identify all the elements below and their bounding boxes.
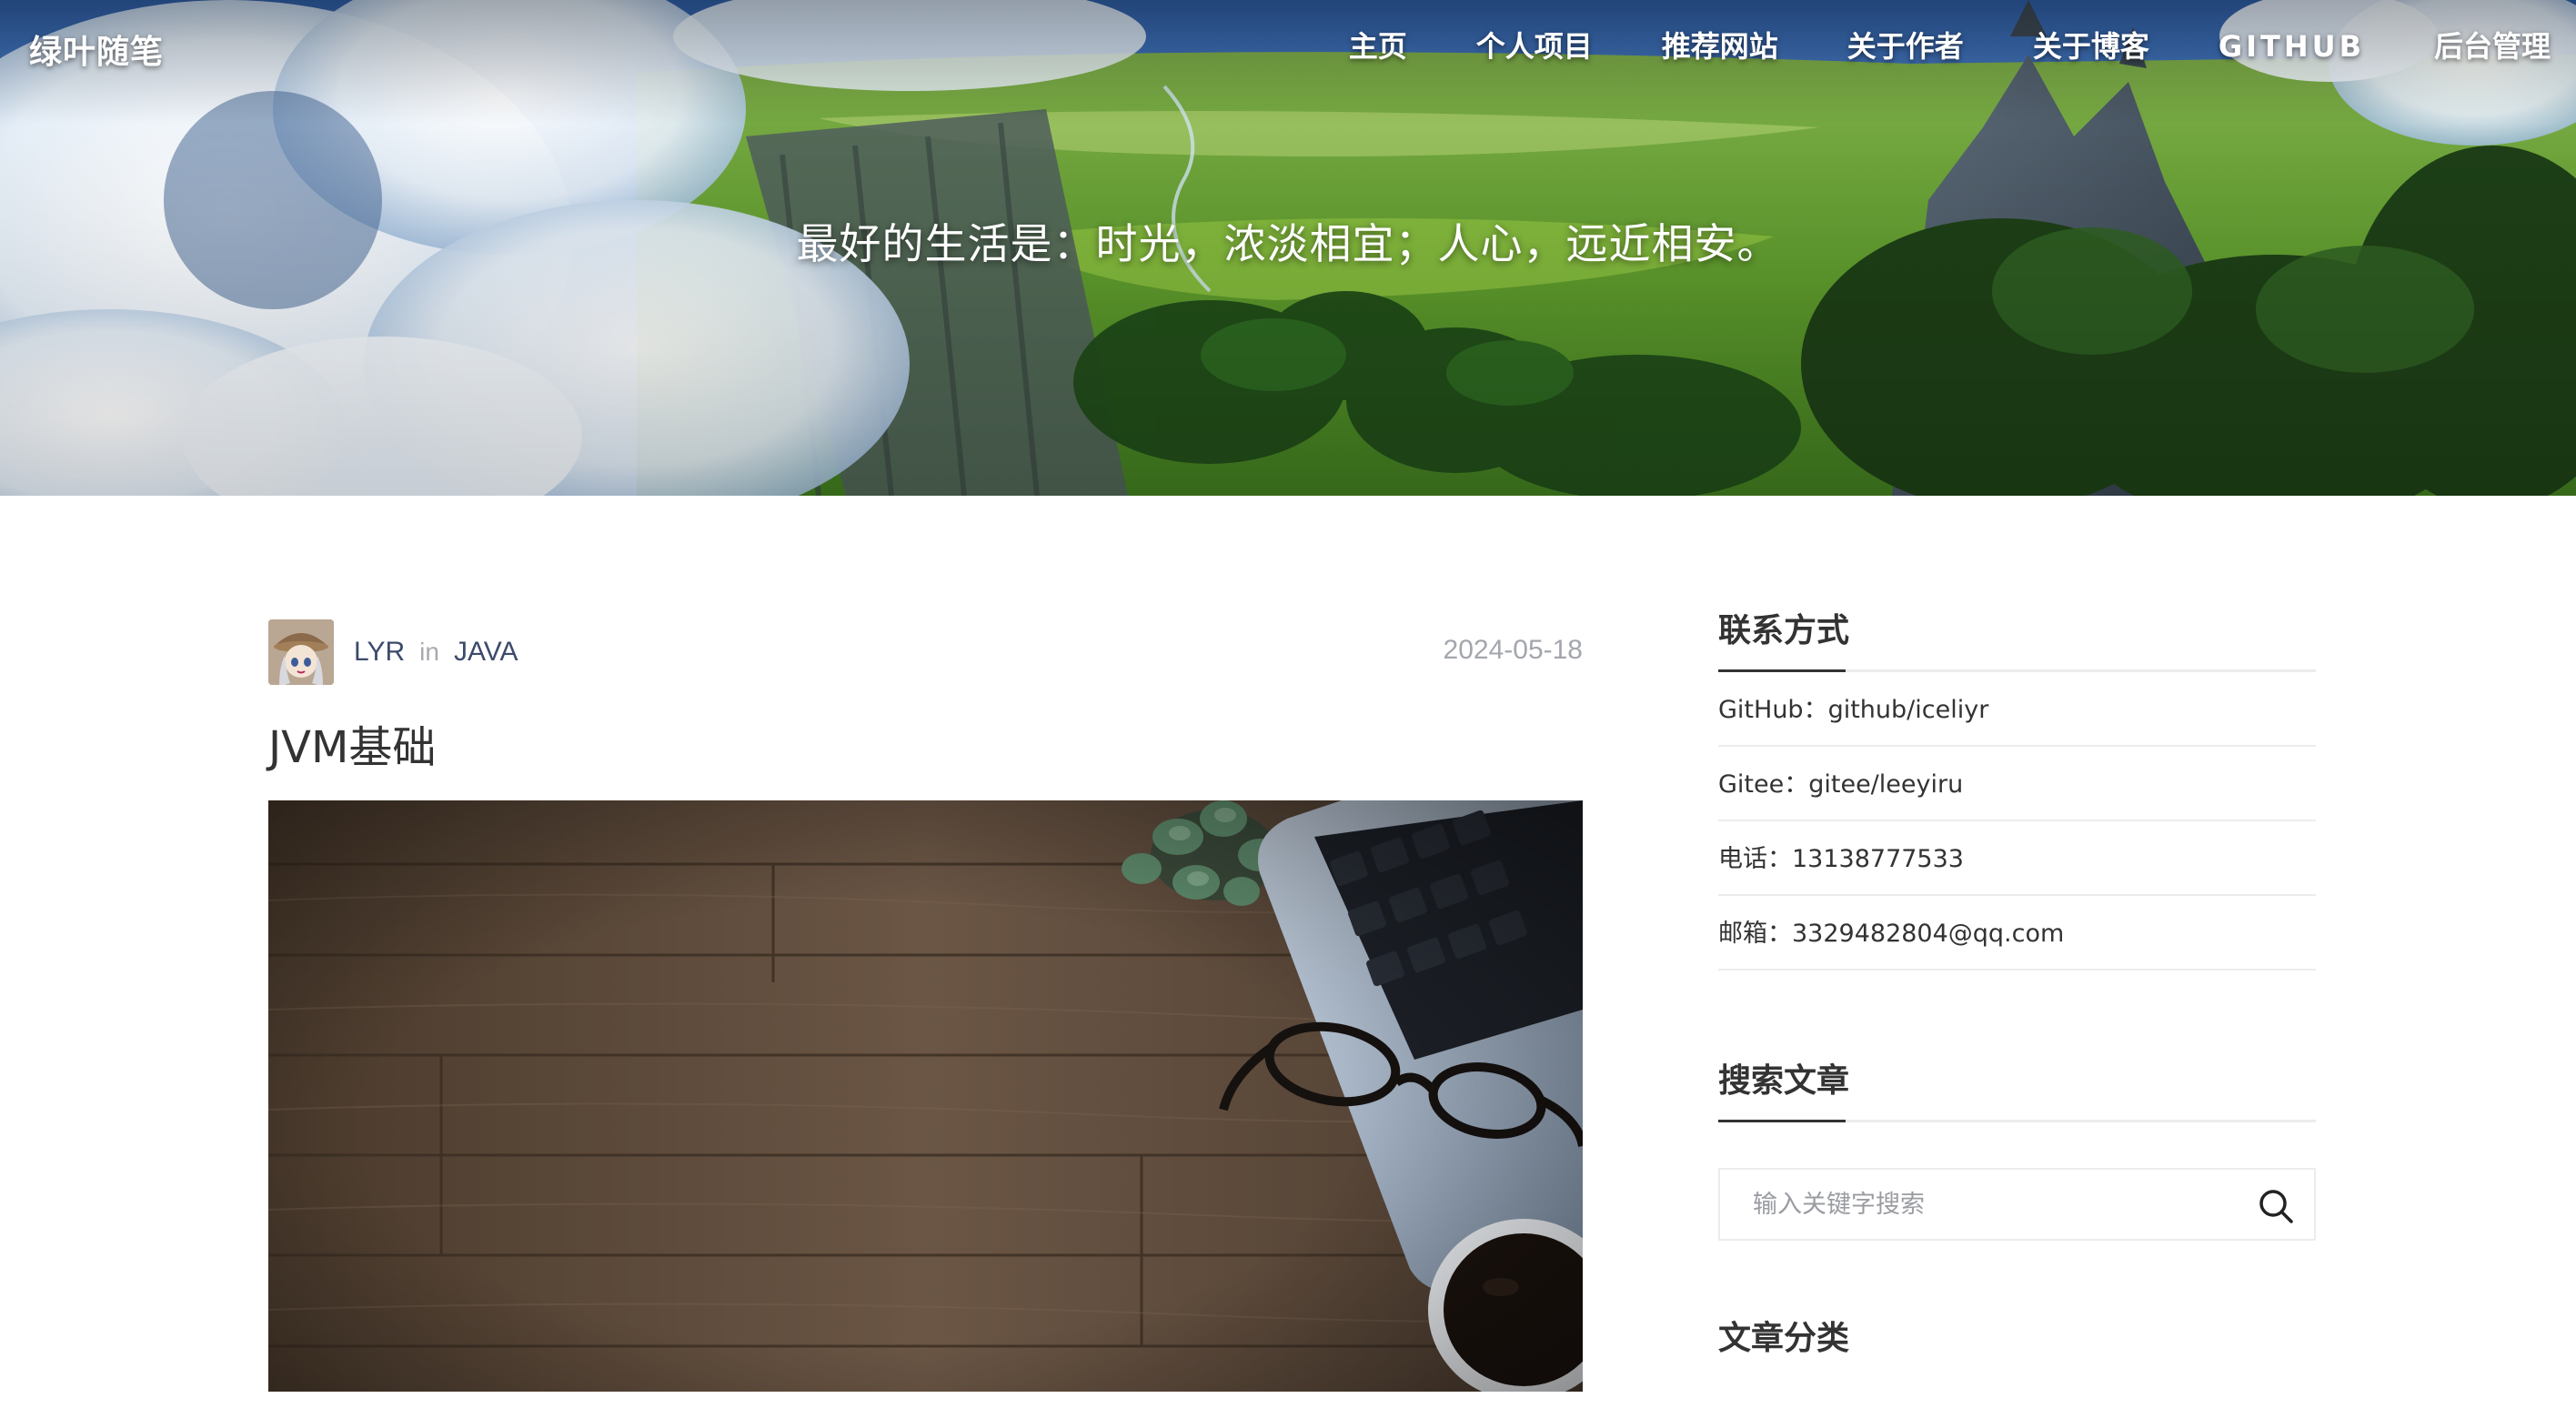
contact-item-phone: 电话：13138777533 bbox=[1718, 821, 2316, 896]
hero-banner: 绿叶随笔 主页 个人项目 推荐网站 关于作者 关于博客 GITHUB 后台管理 … bbox=[0, 0, 2576, 496]
search-input[interactable] bbox=[1720, 1170, 2314, 1239]
author-avatar[interactable] bbox=[268, 619, 334, 685]
contact-key: Gitee： bbox=[1718, 770, 1809, 799]
contact-key: 电话： bbox=[1718, 845, 1792, 873]
category-widget-title: 文章分类 bbox=[1718, 1320, 1850, 1357]
contact-list: GitHub：github/iceliyr Gitee：gitee/leeyir… bbox=[1718, 672, 2316, 971]
nav-item-home[interactable]: 主页 bbox=[1314, 25, 1442, 67]
post-cover-image[interactable] bbox=[268, 800, 1583, 1392]
post-category-link[interactable]: JAVA bbox=[454, 637, 518, 668]
contact-value: 3329482804@qq.com bbox=[1792, 920, 2065, 948]
post-author-link[interactable]: LYR bbox=[354, 637, 405, 668]
post-in-label: in bbox=[419, 638, 439, 666]
nav-item-personal-projects[interactable]: 个人项目 bbox=[1442, 25, 1627, 67]
nav-item-admin[interactable]: 后台管理 bbox=[2400, 25, 2551, 67]
main-nav: 主页 个人项目 推荐网站 关于作者 关于博客 GITHUB 后台管理 bbox=[1314, 25, 2551, 67]
sidebar: 联系方式 GitHub：github/iceliyr Gitee：gitee/l… bbox=[1718, 606, 2316, 1364]
contact-value: github/iceliyr bbox=[1827, 696, 1989, 724]
site-brand-logo[interactable]: 绿叶随笔 bbox=[29, 25, 164, 73]
widget-title-divider bbox=[1718, 669, 2316, 672]
nav-item-recommended-sites[interactable]: 推荐网站 bbox=[1627, 25, 1813, 67]
contact-value: gitee/leeyiru bbox=[1808, 770, 1964, 799]
hero-motto: 最好的生活是：时光，浓淡相宜；人心，远近相安。 bbox=[796, 219, 1780, 268]
contact-item-github[interactable]: GitHub：github/iceliyr bbox=[1718, 672, 2316, 747]
post-title[interactable]: JVM基础 bbox=[268, 719, 1583, 777]
contact-item-gitee[interactable]: Gitee：gitee/leeyiru bbox=[1718, 747, 2316, 821]
avatar-image bbox=[268, 619, 334, 685]
contact-widget: 联系方式 GitHub：github/iceliyr Gitee：gitee/l… bbox=[1718, 606, 2316, 971]
post-meta: LYR in JAVA 2024-05-18 bbox=[268, 619, 1583, 686]
cover-desk-illustration bbox=[268, 800, 1583, 1392]
contact-key: 邮箱： bbox=[1718, 920, 1792, 948]
contact-item-email: 邮箱：3329482804@qq.com bbox=[1718, 896, 2316, 971]
contact-value: 13138777533 bbox=[1792, 845, 1964, 873]
search-icon[interactable] bbox=[2256, 1186, 2296, 1226]
contact-key: GitHub： bbox=[1718, 696, 1828, 724]
widget-title-divider bbox=[1718, 1120, 2316, 1122]
search-box bbox=[1718, 1168, 2316, 1241]
post-date: 2024-05-18 bbox=[1443, 635, 1583, 665]
post-card: LYR in JAVA 2024-05-18 JVM基础 bbox=[268, 619, 1583, 1392]
category-widget: 文章分类 bbox=[1718, 1313, 2316, 1364]
search-widget-title: 搜索文章 bbox=[1718, 1062, 1850, 1100]
search-widget: 搜索文章 bbox=[1718, 1056, 2316, 1241]
nav-item-about-blog[interactable]: 关于博客 bbox=[1998, 25, 2184, 67]
nav-item-github[interactable]: GITHUB bbox=[2184, 25, 2400, 67]
nav-item-about-author[interactable]: 关于作者 bbox=[1813, 25, 1998, 67]
contact-widget-title: 联系方式 bbox=[1718, 612, 1850, 649]
